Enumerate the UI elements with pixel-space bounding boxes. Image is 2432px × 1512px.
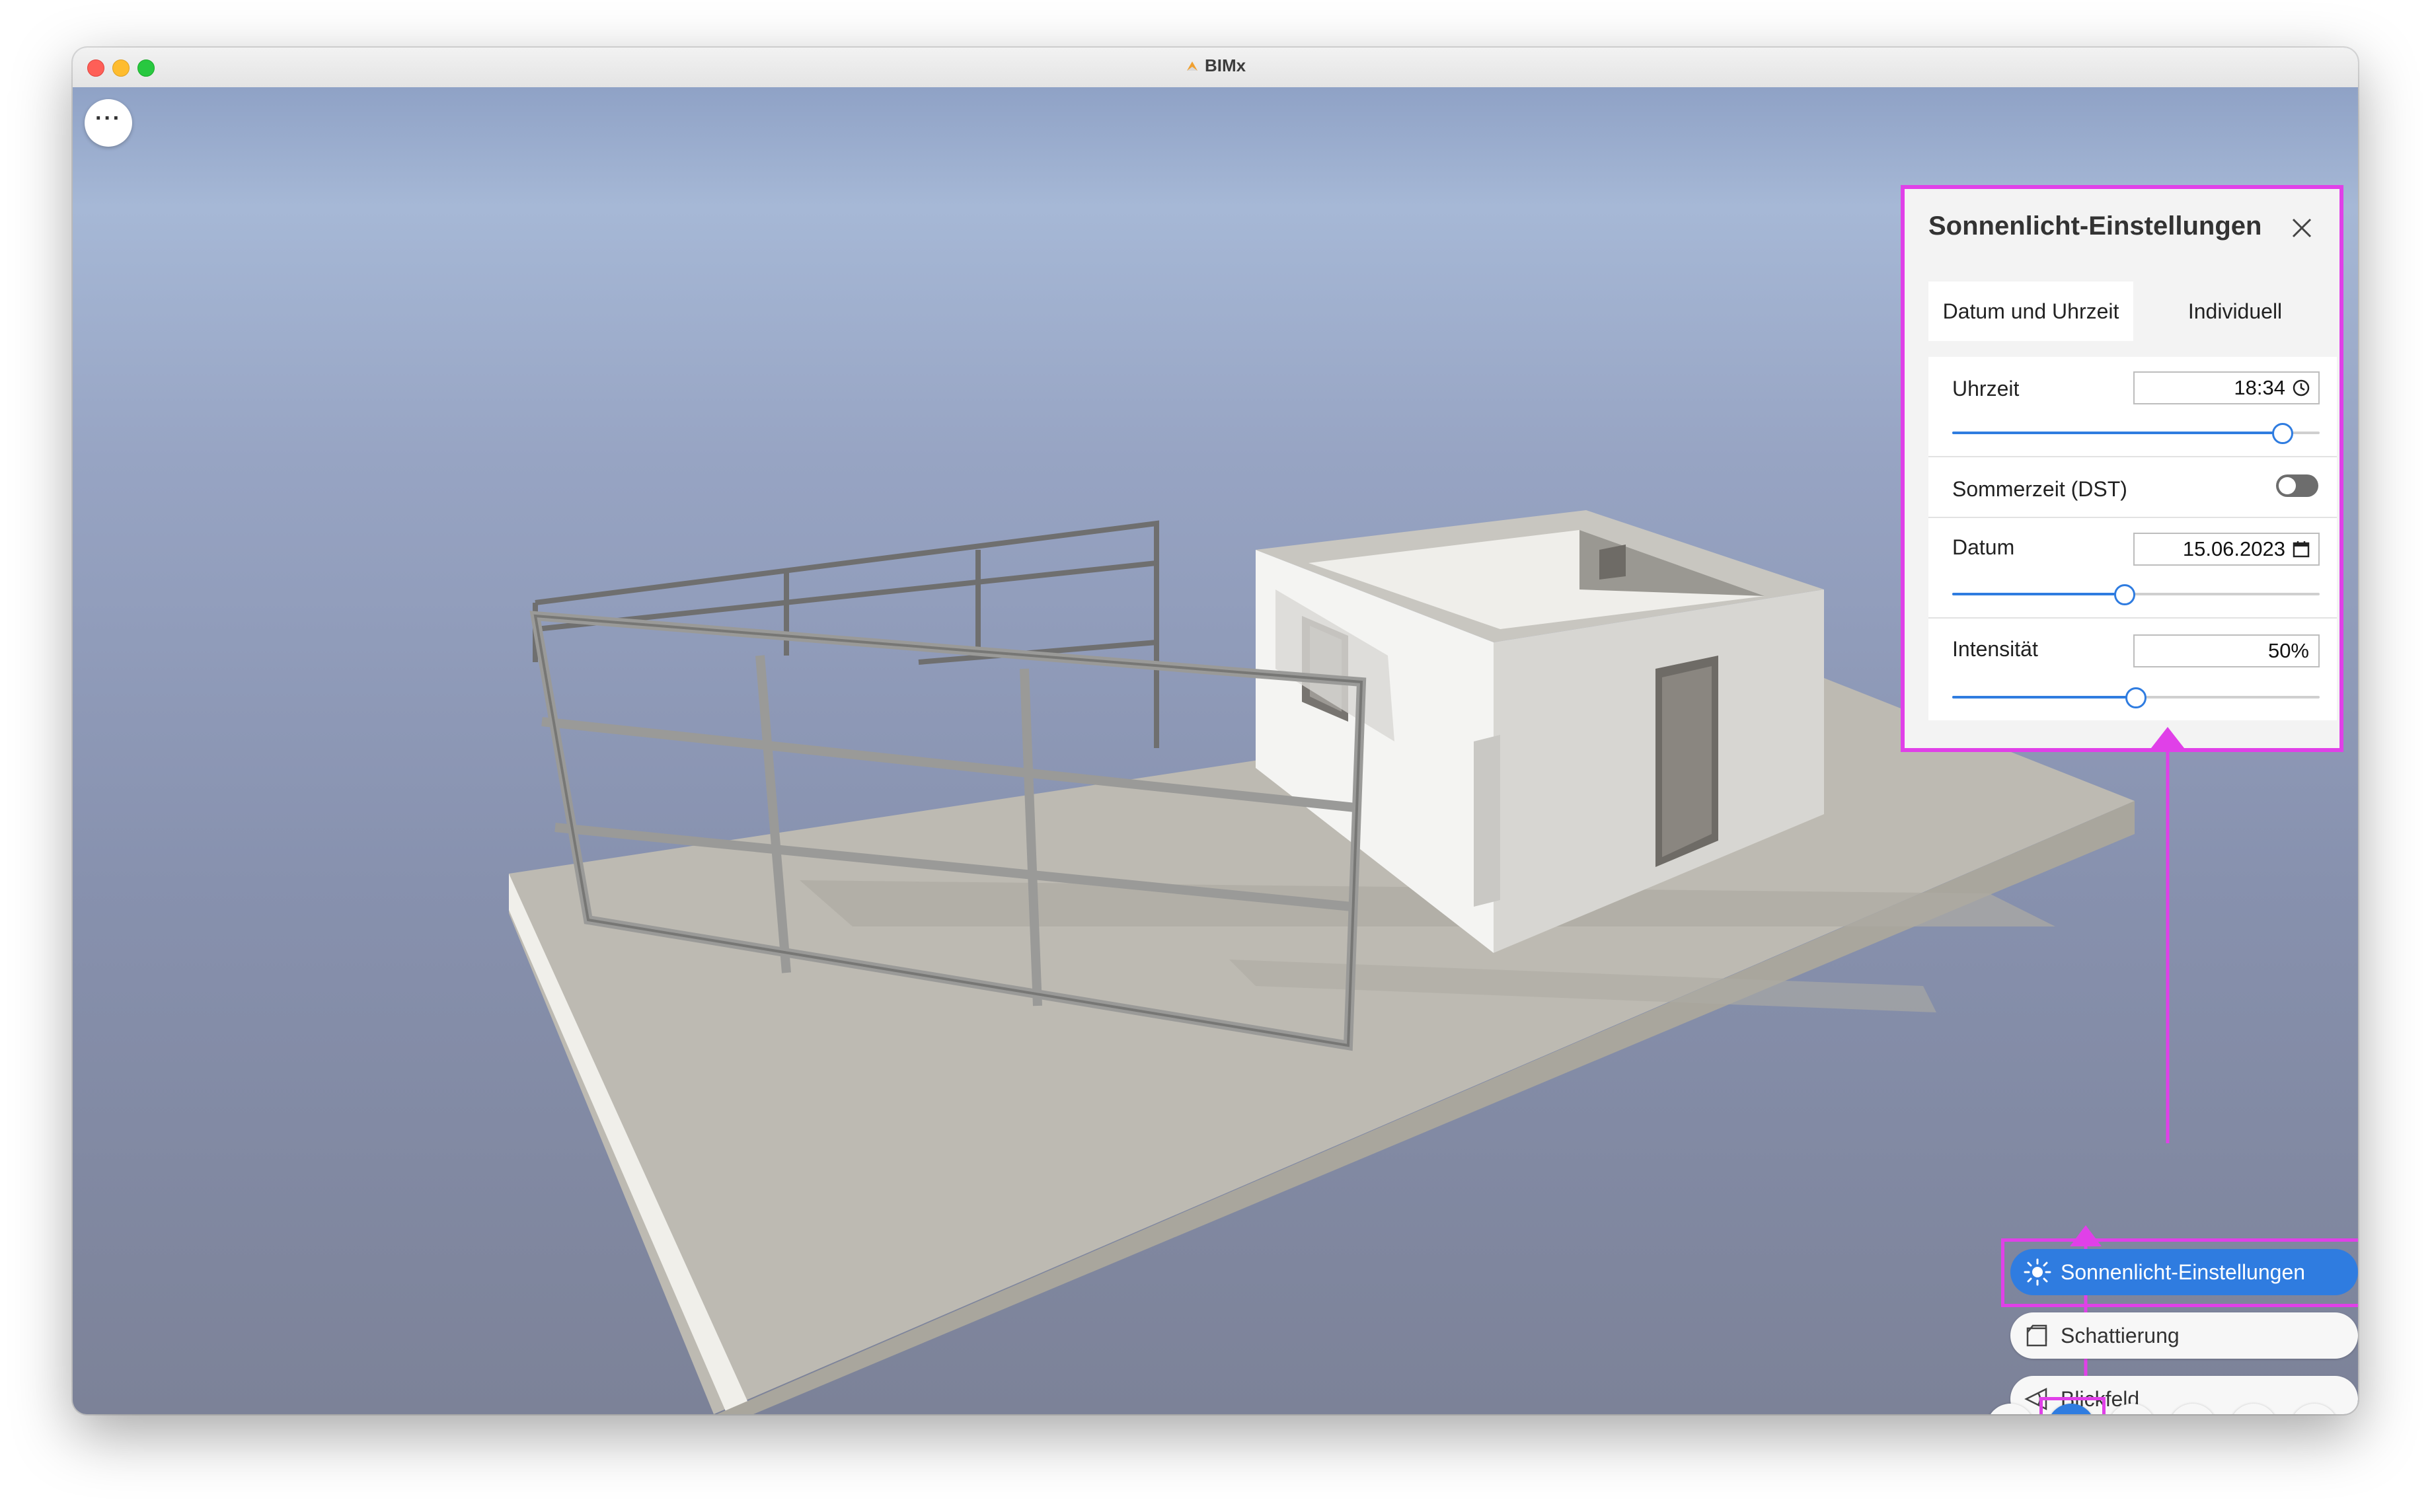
layers-icon [2117,1413,2147,1414]
date-field[interactable]: 15.06.2023 [2133,533,2320,566]
divider [1928,517,2337,518]
more-options-button[interactable]: ··· [85,99,132,147]
3d-viewport[interactable]: ··· Sonnenlicht-Einstellungen Datum und … [73,87,2358,1414]
close-icon[interactable] [2291,217,2313,239]
title-bar: BIMx [73,48,2358,89]
sheet-view-icon [2239,1413,2268,1414]
intensity-field[interactable]: 50% [2133,634,2320,667]
dst-toggle[interactable] [2276,474,2318,497]
tab-date-time[interactable]: Datum und Uhrzeit [1928,282,2133,341]
clock-icon[interactable] [2292,379,2310,397]
divider [1928,456,2337,457]
window-title: BIMx [73,56,2358,76]
time-slider-handle[interactable] [2272,423,2294,444]
time-field[interactable]: 18:34 [2133,371,2320,404]
window-title-text: BIMx [1204,56,1246,75]
sun-settings-panel: Sonnenlicht-Einstellungen Datum und Uhrz… [1901,185,2343,752]
dst-label: Sommerzeit (DST) [1952,477,2127,501]
tab-custom[interactable]: Individuell [2133,282,2337,341]
search-view-icon [2300,1413,2329,1414]
shading-menu-label: Schattierung [2061,1324,2180,1347]
walk-icon [1996,1413,2025,1414]
bimx-app-icon [1186,61,1197,71]
panel-tabs: Datum und Uhrzeit Individuell [1928,282,2337,341]
app-window: BIMx ··· Sonnenlicht-Einstellungen Datum… [73,48,2358,1414]
time-label: Uhrzeit [1952,377,2020,400]
panel-title: Sonnenlicht-Einstellungen [1928,211,2262,241]
shading-menu-item[interactable]: Schattierung [2010,1312,2358,1359]
time-slider[interactable] [1952,423,2320,444]
date-slider[interactable] [1952,584,2320,605]
date-slider-handle[interactable] [2114,584,2136,605]
date-label: Datum [1952,535,2015,559]
divider [1928,617,2337,619]
highlight-box-menu [2001,1238,2358,1307]
calendar-icon[interactable] [2292,540,2310,558]
settings-card: Uhrzeit 18:34 Sommerzeit (DST) Datum 15.… [1928,357,2337,720]
intensity-value: 50% [2267,639,2309,662]
time-value: 18:34 [2234,376,2285,399]
highlight-box-toolbar [2039,1397,2106,1414]
intensity-label: Intensität [1952,637,2038,661]
shading-icon [2026,1324,2047,1347]
intensity-slider[interactable] [1952,687,2320,708]
date-value: 15.06.2023 [2182,537,2285,560]
intensity-slider-handle[interactable] [2125,687,2147,708]
measure-ruler-icon [2178,1413,2207,1414]
